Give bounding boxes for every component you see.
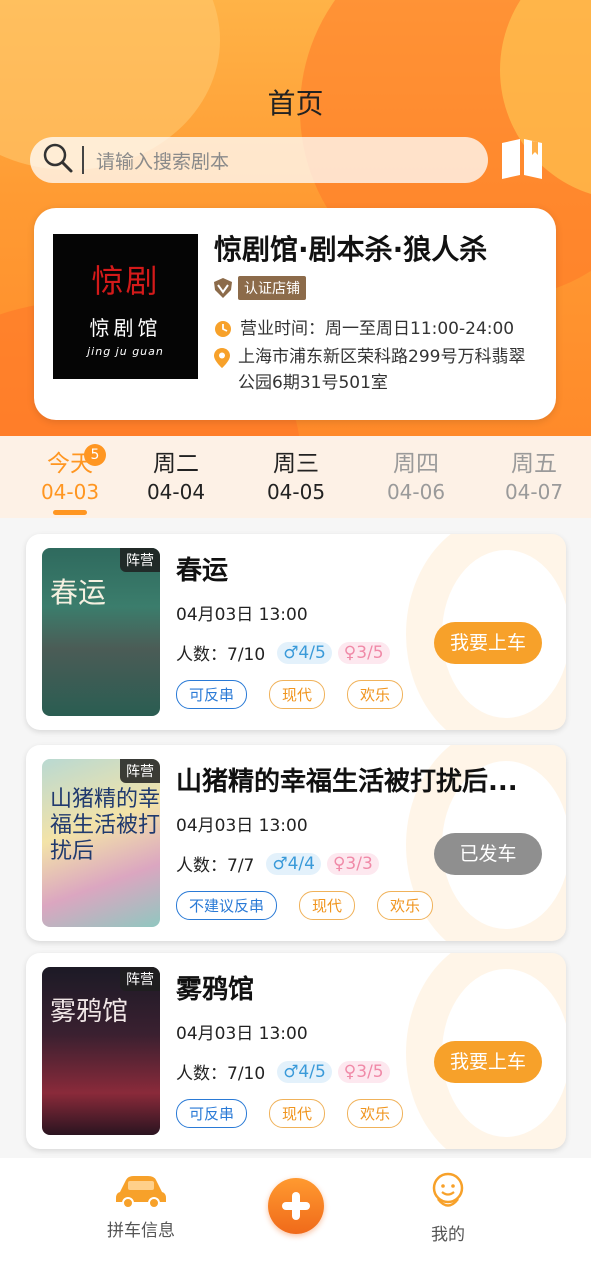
tab-day-label: 周五 (511, 451, 557, 477)
game-tags: 可反串 现代 欢乐 (176, 680, 425, 709)
male-count: ♂4/5 (277, 1060, 332, 1083)
store-address: 上海市浦东新区荣科路299号万科翡翠公园6期31号501室 (214, 344, 534, 396)
game-datetime: 04月03日 13:00 (176, 816, 308, 836)
tag-chip: 欢乐 (347, 1099, 404, 1128)
store-logo-name: 惊剧馆 (89, 315, 162, 340)
tab-count-badge: 5 (84, 444, 106, 466)
bottom-nav: 拼车信息 我的 (0, 1158, 591, 1280)
search-bar[interactable]: 请输入搜索剧本 (30, 137, 488, 183)
nav-mine[interactable]: 我的 (388, 1172, 508, 1245)
tag-chip: 可反串 (176, 1099, 248, 1128)
game-title: 雾鸦馆 (176, 975, 255, 1005)
poster-tag: 阵营 (120, 967, 160, 991)
game-card[interactable]: 春运 阵营 春运 04月03日 13:00 人数：7/10 ♂4/5 ♀3/5 … (26, 534, 566, 730)
tab-tue[interactable]: 周二 04-04 (126, 444, 226, 504)
poster-title: 春运 (50, 576, 107, 609)
male-count: ♂4/5 (277, 641, 332, 664)
store-logo-mark: 惊剧 (91, 261, 160, 300)
store-card[interactable]: 惊剧 惊剧馆 jing ju guan 惊剧馆·剧本杀·狼人杀 认证店铺 营业时… (34, 208, 556, 420)
store-logo: 惊剧 惊剧馆 jing ju guan (53, 234, 198, 379)
tab-today[interactable]: 今天 04-03 5 (20, 444, 120, 515)
nav-carpool[interactable]: 拼车信息 (81, 1172, 201, 1241)
tab-wed[interactable]: 周三 04-05 (246, 444, 346, 504)
game-title: 春运 (176, 556, 229, 586)
user-face-icon (432, 1172, 464, 1207)
game-poster: 山猪精的幸福生活被打扰后 阵营 (42, 759, 160, 927)
female-count: ♀3/5 (337, 641, 390, 664)
people-count: 人数：7/10 (176, 1064, 266, 1084)
people-count: 人数：7/7 (176, 856, 255, 876)
game-people: 人数：7/10 ♂4/5 ♀3/5 (176, 1059, 390, 1084)
tag-chip: 现代 (269, 680, 326, 709)
tab-day-label: 今天 (47, 451, 93, 477)
poster-title: 山猪精的幸福生活被打扰后 (50, 787, 160, 864)
tab-date-label: 04-06 (386, 480, 446, 504)
female-count: ♀3/3 (326, 852, 379, 875)
game-tags: 不建议反串 现代 欢乐 (176, 891, 455, 920)
tab-active-indicator (53, 510, 87, 515)
store-address-text: 上海市浦东新区荣科路299号万科翡翠公园6期31号501室 (238, 347, 526, 393)
game-card[interactable]: 雾鸦馆 阵营 雾鸦馆 04月03日 13:00 人数：7/10 ♂4/5 ♀3/… (26, 953, 566, 1149)
verified-shield-icon (212, 277, 234, 299)
tab-date-label: 04-05 (266, 480, 326, 504)
tag-chip: 现代 (269, 1099, 326, 1128)
tab-day-label: 周二 (153, 451, 199, 477)
page-title: 首页 (267, 87, 324, 120)
day-tabs: 今天 04-03 5 周二 04-04 周三 04-05 周四 04-06 周五… (0, 436, 591, 518)
join-button[interactable]: 我要上车 (434, 1041, 542, 1083)
tag-chip: 欢乐 (377, 891, 434, 920)
nav-mine-label: 我的 (431, 1225, 465, 1245)
tab-day-label: 周四 (393, 451, 439, 477)
search-input[interactable]: 请输入搜索剧本 (96, 147, 229, 174)
store-hours: 营业时间：周一至周日11:00-24:00 (214, 316, 514, 342)
tab-thu[interactable]: 周四 04-06 (366, 444, 466, 504)
book-icon[interactable] (498, 133, 546, 181)
poster-title: 雾鸦馆 (50, 997, 129, 1027)
clock-icon (215, 321, 231, 337)
tab-fri[interactable]: 周五 04-07 (484, 444, 584, 504)
tab-day-label: 周三 (273, 451, 319, 477)
verified-label: 认证店铺 (238, 276, 306, 300)
game-poster: 雾鸦馆 阵营 (42, 967, 160, 1135)
store-hours-text: 营业时间：周一至周日11:00-24:00 (240, 319, 515, 339)
game-card[interactable]: 山猪精的幸福生活被打扰后 阵营 山猪精的幸福生活被打扰后... 04月03日 1… (26, 745, 566, 941)
tag-chip: 现代 (299, 891, 356, 920)
game-people: 人数：7/10 ♂4/5 ♀3/5 (176, 640, 390, 665)
join-button[interactable]: 我要上车 (434, 622, 542, 664)
game-title: 山猪精的幸福生活被打扰后... (176, 767, 518, 797)
store-logo-pinyin: jing ju guan (87, 344, 164, 358)
game-datetime: 04月03日 13:00 (176, 1024, 308, 1044)
plus-icon (282, 1192, 310, 1220)
tag-chip: 不建议反串 (176, 891, 278, 920)
female-count: ♀3/5 (337, 1060, 390, 1083)
store-name: 惊剧馆·剧本杀·狼人杀 (214, 233, 488, 266)
game-tags: 可反串 现代 欢乐 (176, 1099, 425, 1128)
male-count: ♂4/4 (266, 852, 321, 875)
tab-date-label: 04-04 (146, 480, 206, 504)
departed-button[interactable]: 已发车 (434, 833, 542, 875)
game-datetime: 04月03日 13:00 (176, 605, 308, 625)
car-icon (116, 1176, 166, 1209)
verified-badge: 认证店铺 (212, 276, 306, 300)
search-icon (42, 142, 74, 178)
game-people: 人数：7/7 ♂4/4 ♀3/3 (176, 851, 379, 876)
search-divider (82, 146, 84, 174)
add-button[interactable] (268, 1178, 324, 1234)
poster-tag: 阵营 (120, 759, 160, 783)
poster-tag: 阵营 (120, 548, 160, 572)
location-pin-icon (214, 348, 230, 368)
tab-date-label: 04-03 (40, 480, 100, 504)
nav-carpool-label: 拼车信息 (107, 1221, 175, 1241)
tag-chip: 可反串 (176, 680, 248, 709)
game-poster: 春运 阵营 (42, 548, 160, 716)
people-count: 人数：7/10 (176, 645, 266, 665)
tag-chip: 欢乐 (347, 680, 404, 709)
tab-date-label: 04-07 (504, 480, 564, 504)
